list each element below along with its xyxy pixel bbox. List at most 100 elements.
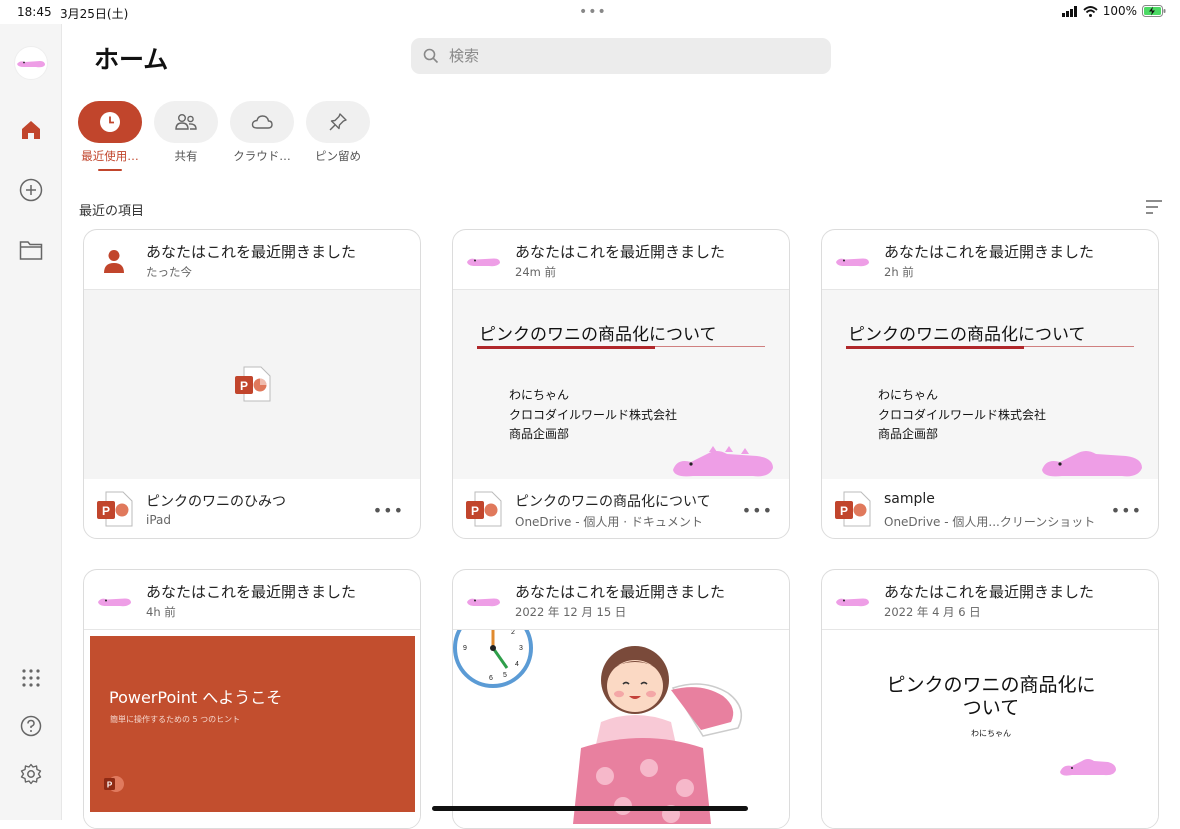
card-time: 24m 前 (515, 265, 556, 279)
clock-time: 18:45 (17, 5, 52, 19)
powerpoint-logo-icon: P (104, 776, 124, 792)
recent-file-card[interactable]: あなたはこれを最近開きました 4h 前 PowerPoint へようこそ 簡単に… (83, 569, 421, 829)
powerpoint-file-icon: P (235, 366, 271, 402)
svg-text:2: 2 (511, 630, 515, 636)
filter-cloud[interactable]: クラウド… (230, 101, 294, 164)
filter-pinned-label: ピン留め (315, 149, 361, 163)
svg-text:4: 4 (515, 661, 519, 668)
cellular-signal-icon (1061, 5, 1077, 17)
status-bar: 18:45 3月25日(土) ••• 100% (0, 0, 1180, 24)
powerpoint-file-icon: P (97, 491, 133, 527)
card-activity: あなたはこれを最近開きました (515, 243, 726, 261)
card-time: たった今 (146, 265, 192, 279)
card-activity: あなたはこれを最近開きました (884, 583, 1095, 601)
cloud-icon (251, 115, 273, 129)
slide-title: ピンクのワニの商品化について (848, 325, 1086, 345)
svg-text:9: 9 (463, 645, 467, 652)
file-thumbnail[interactable]: P (84, 290, 420, 479)
file-thumbnail[interactable]: ピンクのワニの商品化に ついて わにちゃん (822, 630, 1158, 828)
pink-crocodile-illustration (1060, 759, 1116, 776)
folder-icon[interactable] (19, 238, 43, 262)
more-options-button[interactable]: ••• (742, 501, 773, 520)
battery-percent: 100% (1102, 4, 1137, 18)
slide-subtitle: わにちゃん (971, 729, 1011, 738)
card-header: あなたはこれを最近開きました 24m 前 (453, 230, 789, 290)
filter-recent-button[interactable] (78, 101, 142, 143)
card-activity: あなたはこれを最近開きました (146, 243, 357, 261)
filter-cloud-label: クラウド… (233, 149, 291, 163)
slide-line-2: クロコダイルワールド株式会社 (509, 407, 678, 422)
recent-file-card[interactable]: あなたはこれを最近開きました 2h 前 ピンクのワニの商品化について わにちゃん… (821, 229, 1159, 539)
recent-file-card[interactable]: あなたはこれを最近開きました たった今 P P ピンクのワニのひみつ iPad … (83, 229, 421, 539)
more-options-button[interactable]: ••• (1111, 501, 1142, 520)
slide-title: PowerPoint へようこそ (109, 688, 283, 707)
create-new-icon[interactable] (19, 178, 43, 202)
person-icon (96, 243, 132, 279)
account-avatar[interactable] (14, 46, 48, 80)
card-header: あなたはこれを最近開きました 2h 前 (822, 230, 1158, 290)
home-indicator[interactable] (432, 806, 748, 811)
svg-text:P: P (840, 504, 848, 518)
card-header: あなたはこれを最近開きました 4h 前 (84, 570, 420, 630)
pink-crocodile-avatar-icon (834, 583, 870, 619)
sort-list-icon[interactable] (1144, 199, 1164, 215)
filter-shared-button[interactable] (154, 101, 218, 143)
people-icon (175, 114, 197, 130)
file-thumbnail[interactable]: PowerPoint へようこそ 簡単に操作するための 5 つのヒント P (84, 630, 420, 828)
card-time: 2022 年 4 月 6 日 (884, 605, 981, 619)
filter-cloud-button[interactable] (230, 101, 294, 143)
app-launcher-icon[interactable] (19, 666, 43, 690)
pink-crocodile-avatar-icon (465, 243, 501, 279)
recent-file-card[interactable]: あなたはこれを最近開きました 2022 年 12 月 15 日 2 3 4 5 6 9 (452, 569, 790, 829)
sidebar (0, 24, 62, 820)
filter-recent-label: 最近使用… (81, 149, 139, 163)
card-header: あなたはこれを最近開きました 2022 年 12 月 15 日 (453, 570, 789, 630)
pink-crocodile-avatar-icon (17, 61, 45, 68)
battery-charging-icon (1142, 5, 1166, 17)
more-options-button[interactable]: ••• (373, 501, 404, 520)
file-location: iPad (146, 513, 172, 527)
slide-line-3: 商品企画部 (509, 427, 570, 441)
settings-gear-icon[interactable] (19, 762, 43, 786)
recent-file-card[interactable]: あなたはこれを最近開きました 2022 年 4 月 6 日 ピンクのワニの商品化… (821, 569, 1159, 829)
svg-text:5: 5 (503, 672, 507, 679)
filter-shared-label: 共有 (174, 149, 198, 163)
filter-recent[interactable]: 最近使用… (78, 101, 142, 171)
status-indicators: 100% (1061, 4, 1166, 18)
file-thumbnail[interactable]: ピンクのワニの商品化について わにちゃん クロコダイルワールド株式会社 商品企画… (453, 290, 789, 479)
file-location: OneDrive - 個人用 · ドキュメント (515, 515, 703, 529)
home-icon[interactable] (19, 118, 43, 142)
pink-crocodile-avatar-icon (834, 243, 870, 279)
file-name: sample (884, 491, 935, 507)
file-thumbnail[interactable]: ピンクのワニの商品化について わにちゃん クロコダイルワールド株式会社 商品企画… (822, 290, 1158, 479)
slide-subtitle: わにちゃん クロコダイルワールド株式会社 商品企画部 (509, 386, 677, 445)
filter-pinned[interactable]: ピン留め (306, 101, 370, 164)
powerpoint-file-icon: P (835, 491, 871, 527)
clock-icon (100, 112, 120, 132)
wifi-icon (1083, 5, 1098, 17)
filter-shared[interactable]: 共有 (154, 101, 218, 164)
card-time: 4h 前 (146, 605, 176, 619)
file-thumbnail[interactable]: 2 3 4 5 6 9 (453, 630, 789, 828)
search-input[interactable] (449, 47, 809, 65)
recent-file-card[interactable]: あなたはこれを最近開きました 24m 前 ピンクのワニの商品化について わにちゃ… (452, 229, 790, 539)
help-icon[interactable] (19, 714, 43, 738)
file-name: ピンクのワニのひみつ (146, 494, 286, 510)
pink-crocodile-illustration (1042, 451, 1142, 477)
filter-pinned-button[interactable] (306, 101, 370, 143)
slide-line-1: わにちゃん (878, 388, 939, 402)
card-time: 2022 年 12 月 15 日 (515, 605, 627, 619)
slide-title: ピンクのワニの商品化について (479, 325, 717, 345)
slide-rule-accent (846, 346, 1024, 349)
search-bar[interactable] (411, 38, 831, 74)
pink-crocodile-illustration (673, 446, 773, 477)
card-footer: P ピンクのワニのひみつ iPad ••• (84, 479, 420, 538)
card-footer: P sample OneDrive - 個人用...クリーンショット ••• (822, 479, 1158, 538)
multitasking-dots[interactable]: ••• (579, 4, 607, 20)
powerpoint-file-icon: P (466, 491, 502, 527)
slide-line-2: クロコダイルワールド株式会社 (878, 407, 1047, 422)
clock-date: 3月25日(土) (60, 7, 129, 21)
welcome-slide: PowerPoint へようこそ 簡単に操作するための 5 つのヒント P (90, 636, 415, 812)
card-footer: P ピンクのワニの商品化について OneDrive - 個人用 · ドキュメント… (453, 479, 789, 538)
card-activity: あなたはこれを最近開きました (515, 583, 726, 601)
